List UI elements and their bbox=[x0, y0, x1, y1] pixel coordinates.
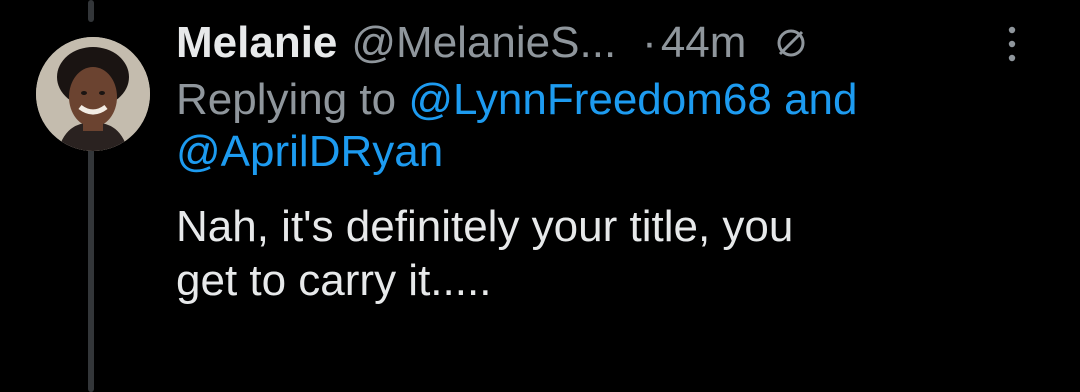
avatar[interactable] bbox=[36, 37, 150, 151]
tweet-text-line-2: get to carry it..... bbox=[176, 256, 492, 305]
mention-link-1[interactable]: @LynnFreedom68 bbox=[408, 75, 771, 124]
mention-and: and bbox=[784, 75, 858, 124]
tweet-header: Melanie @MelanieS... · 44m bbox=[176, 14, 1056, 72]
replying-to: Replying to @LynnFreedom68 and @AprilDRy… bbox=[176, 74, 1056, 178]
thread-connector-top bbox=[88, 0, 94, 22]
tweet-text-line-1: Nah, it's definitely your title, you bbox=[176, 202, 794, 251]
tweet-text: Nah, it's definitely your title, you get… bbox=[176, 200, 1036, 308]
timestamp[interactable]: 44m bbox=[661, 18, 747, 68]
thread-connector-bottom bbox=[88, 142, 94, 392]
replying-to-label: Replying to bbox=[176, 75, 397, 124]
display-name[interactable]: Melanie bbox=[176, 18, 337, 68]
more-vertical-icon[interactable] bbox=[1006, 24, 1018, 64]
tweet[interactable]: Melanie @MelanieS... · 44m Replying to @… bbox=[176, 14, 1056, 308]
mention-link-2[interactable]: @AprilDRyan bbox=[176, 127, 443, 176]
separator-dot: · bbox=[642, 18, 657, 67]
user-handle[interactable]: @MelanieS... bbox=[351, 18, 616, 68]
muted-slash-circle-icon bbox=[774, 26, 808, 60]
